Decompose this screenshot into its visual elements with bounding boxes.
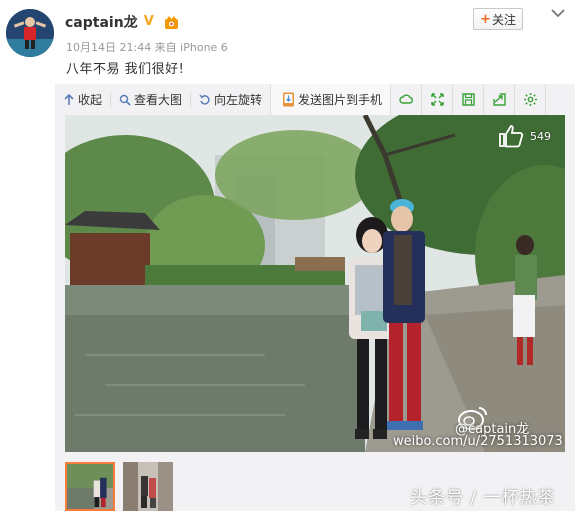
post-text: 八年不易 我们很好! (66, 62, 185, 77)
image-toolbar: 收起 查看大图 向左旋转 发送图片到手机 (55, 84, 575, 115)
vip-icon (164, 15, 179, 29)
thumbnail-2[interactable] (123, 462, 173, 511)
fullscreen-icon (430, 93, 444, 106)
media-container: 收起 查看大图 向左旋转 发送图片到手机 549 @captain龙 weibo… (55, 84, 575, 511)
follow-button[interactable]: + 关注 (473, 8, 523, 30)
plus-icon: + (480, 11, 491, 27)
view-large-button[interactable]: 查看大图 (111, 84, 190, 115)
phone-icon (283, 92, 295, 107)
view-large-label: 查看大图 (134, 93, 183, 107)
save-button[interactable] (453, 84, 485, 115)
cloud-button[interactable] (391, 84, 423, 115)
share-icon (492, 93, 506, 106)
like-button[interactable]: 549 (498, 124, 551, 148)
thumbnail-1[interactable] (65, 462, 115, 511)
verified-badge-icon: V (143, 14, 154, 29)
arrow-up-icon (64, 93, 74, 105)
user-name[interactable]: captain龙 (65, 12, 138, 32)
avatar[interactable] (6, 9, 54, 57)
post-photo[interactable] (65, 115, 565, 452)
settings-button[interactable] (515, 84, 547, 115)
chevron-down-icon[interactable] (551, 8, 565, 18)
source-watermark: 头条号 / 一杯热茶 (410, 488, 556, 508)
send-to-phone-button[interactable]: 发送图片到手机 (270, 84, 392, 115)
send-to-phone-label: 发送图片到手机 (298, 93, 383, 107)
rotate-left-label: 向左旋转 (214, 93, 263, 107)
watermark-url: weibo.com/u/2751313073 (393, 434, 563, 449)
like-count: 549 (530, 129, 551, 143)
user-name-row: captain龙 V (65, 12, 179, 32)
thumbs-up-icon (499, 125, 524, 148)
fullscreen-button[interactable] (422, 84, 454, 115)
save-icon (461, 93, 475, 106)
share-button[interactable] (484, 84, 516, 115)
settings-icon (523, 93, 537, 106)
collapse-label: 收起 (78, 93, 103, 107)
follow-button-label: 关注 (491, 12, 516, 27)
search-icon (119, 94, 131, 106)
cloud-icon (398, 94, 413, 104)
post-meta: 10月14日 21:44 来自 iPhone 6 (66, 41, 228, 54)
rotate-left-icon (199, 94, 210, 105)
collapse-button[interactable]: 收起 (55, 84, 110, 115)
rotate-left-button[interactable]: 向左旋转 (191, 84, 270, 115)
